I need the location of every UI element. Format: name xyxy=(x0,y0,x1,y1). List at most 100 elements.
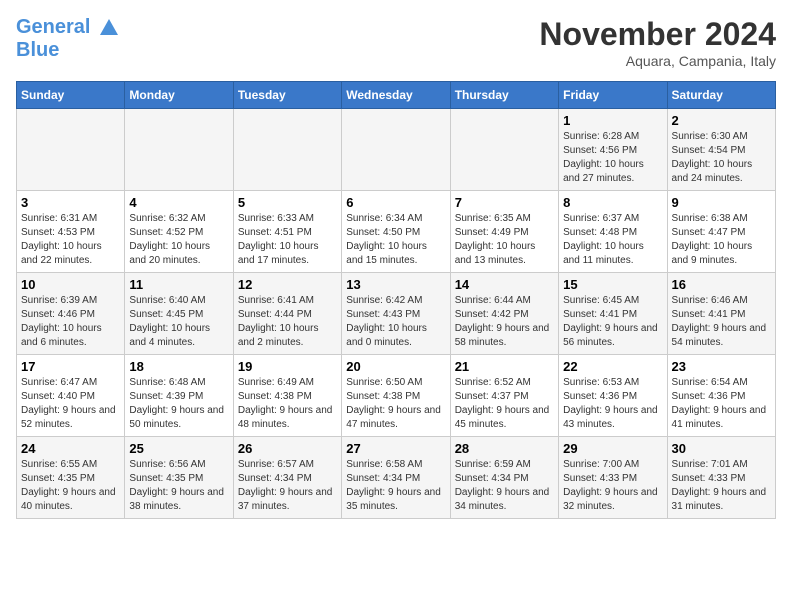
calendar-day-cell: 17 Sunrise: 6:47 AM Sunset: 4:40 PM Dayli… xyxy=(17,355,125,437)
day-number: 29 xyxy=(563,441,662,456)
calendar-week-row: 10 Sunrise: 6:39 AM Sunset: 4:46 PM Dayli… xyxy=(17,273,776,355)
day-number: 26 xyxy=(238,441,337,456)
calendar-day-cell: 30 Sunrise: 7:01 AM Sunset: 4:33 PM Dayli… xyxy=(667,437,775,519)
day-info: Sunrise: 6:33 AM Sunset: 4:51 PM Dayligh… xyxy=(238,212,337,268)
day-info: Sunrise: 6:28 AM Sunset: 4:56 PM Dayligh… xyxy=(563,130,662,186)
day-number: 11 xyxy=(129,277,228,292)
calendar-day-cell: 6Sunrise: 6:34 AM Sunset: 4:50 PM Daylig… xyxy=(342,191,450,273)
day-info: Sunrise: 6:41 AM Sunset: 4:44 PM Dayligh… xyxy=(238,294,337,350)
calendar-day-cell: 7Sunrise: 6:35 AM Sunset: 4:49 PM Daylig… xyxy=(450,191,558,273)
day-info: Sunrise: 6:32 AM Sunset: 4:52 PM Dayligh… xyxy=(129,212,228,268)
day-number: 15 xyxy=(563,277,662,292)
day-number: 12 xyxy=(238,277,337,292)
logo: General Blue xyxy=(16,16,120,61)
weekday-header-cell: Tuesday xyxy=(233,82,341,109)
weekday-header-cell: Wednesday xyxy=(342,82,450,109)
calendar-day-cell: 1Sunrise: 6:28 AM Sunset: 4:56 PM Daylig… xyxy=(559,109,667,191)
day-number: 24 xyxy=(21,441,120,456)
day-number: 18 xyxy=(129,359,228,374)
logo-blue: Blue xyxy=(16,39,120,61)
calendar-day-cell: 9 Sunrise: 6:38 AM Sunset: 4:47 PM Daylig… xyxy=(667,191,775,273)
day-info: Sunrise: 6:52 AM Sunset: 4:37 PM Dayligh… xyxy=(455,376,554,432)
calendar-day-cell: 24 Sunrise: 6:55 AM Sunset: 4:35 PM Dayli… xyxy=(17,437,125,519)
weekday-header-cell: Friday xyxy=(559,82,667,109)
day-number: 6 xyxy=(346,195,445,210)
day-info: Sunrise: 6:57 AM Sunset: 4:34 PM Dayligh… xyxy=(238,458,337,514)
day-info: Sunrise: 6:40 AM Sunset: 4:45 PM Dayligh… xyxy=(129,294,228,350)
weekday-header-row: SundayMondayTuesdayWednesdayThursdayFrid… xyxy=(17,82,776,109)
calendar-day-cell: 21 Sunrise: 6:52 AM Sunset: 4:37 PM Dayli… xyxy=(450,355,558,437)
day-info: Sunrise: 6:53 AM Sunset: 4:36 PM Dayligh… xyxy=(563,376,662,432)
calendar-day-cell: 18 Sunrise: 6:48 AM Sunset: 4:39 PM Dayli… xyxy=(125,355,233,437)
day-number: 13 xyxy=(346,277,445,292)
weekday-header-cell: Sunday xyxy=(17,82,125,109)
weekday-header-cell: Thursday xyxy=(450,82,558,109)
day-number: 5 xyxy=(238,195,337,210)
calendar-day-cell xyxy=(17,109,125,191)
logo-general: General xyxy=(16,16,90,38)
weekday-header-cell: Monday xyxy=(125,82,233,109)
day-number: 2 xyxy=(672,113,771,128)
day-number: 23 xyxy=(672,359,771,374)
day-info: Sunrise: 6:44 AM Sunset: 4:42 PM Dayligh… xyxy=(455,294,554,350)
day-info: Sunrise: 6:54 AM Sunset: 4:36 PM Dayligh… xyxy=(672,376,771,432)
location-subtitle: Aquara, Campania, Italy xyxy=(539,53,776,69)
day-number: 20 xyxy=(346,359,445,374)
calendar-day-cell: 11 Sunrise: 6:40 AM Sunset: 4:45 PM Dayli… xyxy=(125,273,233,355)
calendar-day-cell: 4 Sunrise: 6:32 AM Sunset: 4:52 PM Daylig… xyxy=(125,191,233,273)
calendar-day-cell: 20 Sunrise: 6:50 AM Sunset: 4:38 PM Dayli… xyxy=(342,355,450,437)
day-info: Sunrise: 6:56 AM Sunset: 4:35 PM Dayligh… xyxy=(129,458,228,514)
calendar-day-cell: 2 Sunrise: 6:30 AM Sunset: 4:54 PM Daylig… xyxy=(667,109,775,191)
calendar-day-cell: 29 Sunrise: 7:00 AM Sunset: 4:33 PM Dayli… xyxy=(559,437,667,519)
day-info: Sunrise: 6:49 AM Sunset: 4:38 PM Dayligh… xyxy=(238,376,337,432)
day-number: 10 xyxy=(21,277,120,292)
day-number: 8 xyxy=(563,195,662,210)
calendar-week-row: 1Sunrise: 6:28 AM Sunset: 4:56 PM Daylig… xyxy=(17,109,776,191)
day-number: 9 xyxy=(672,195,771,210)
day-number: 3 xyxy=(21,195,120,210)
day-info: Sunrise: 7:00 AM Sunset: 4:33 PM Dayligh… xyxy=(563,458,662,514)
day-info: Sunrise: 6:42 AM Sunset: 4:43 PM Dayligh… xyxy=(346,294,445,350)
day-number: 21 xyxy=(455,359,554,374)
page-header: General Blue November 2024 Aquara, Campa… xyxy=(16,16,776,69)
day-number: 17 xyxy=(21,359,120,374)
day-info: Sunrise: 6:45 AM Sunset: 4:41 PM Dayligh… xyxy=(563,294,662,350)
calendar-week-row: 17 Sunrise: 6:47 AM Sunset: 4:40 PM Dayli… xyxy=(17,355,776,437)
day-info: Sunrise: 6:31 AM Sunset: 4:53 PM Dayligh… xyxy=(21,212,120,268)
calendar-week-row: 3 Sunrise: 6:31 AM Sunset: 4:53 PM Daylig… xyxy=(17,191,776,273)
month-title: November 2024 xyxy=(539,16,776,53)
day-info: Sunrise: 6:35 AM Sunset: 4:49 PM Dayligh… xyxy=(455,212,554,268)
day-number: 28 xyxy=(455,441,554,456)
calendar-day-cell: 19 Sunrise: 6:49 AM Sunset: 4:38 PM Dayli… xyxy=(233,355,341,437)
day-info: Sunrise: 6:50 AM Sunset: 4:38 PM Dayligh… xyxy=(346,376,445,432)
calendar-day-cell: 15 Sunrise: 6:45 AM Sunset: 4:41 PM Dayli… xyxy=(559,273,667,355)
day-info: Sunrise: 6:47 AM Sunset: 4:40 PM Dayligh… xyxy=(21,376,120,432)
calendar-day-cell: 13 Sunrise: 6:42 AM Sunset: 4:43 PM Dayli… xyxy=(342,273,450,355)
calendar-day-cell: 28 Sunrise: 6:59 AM Sunset: 4:34 PM Dayli… xyxy=(450,437,558,519)
day-number: 19 xyxy=(238,359,337,374)
calendar-day-cell: 25 Sunrise: 6:56 AM Sunset: 4:35 PM Dayli… xyxy=(125,437,233,519)
day-number: 4 xyxy=(129,195,228,210)
calendar-day-cell: 3 Sunrise: 6:31 AM Sunset: 4:53 PM Daylig… xyxy=(17,191,125,273)
calendar-day-cell: 10 Sunrise: 6:39 AM Sunset: 4:46 PM Dayli… xyxy=(17,273,125,355)
calendar-day-cell: 14Sunrise: 6:44 AM Sunset: 4:42 PM Dayli… xyxy=(450,273,558,355)
logo-icon xyxy=(98,17,120,39)
calendar-day-cell: 22Sunrise: 6:53 AM Sunset: 4:36 PM Dayli… xyxy=(559,355,667,437)
calendar-day-cell: 23 Sunrise: 6:54 AM Sunset: 4:36 PM Dayli… xyxy=(667,355,775,437)
day-info: Sunrise: 6:30 AM Sunset: 4:54 PM Dayligh… xyxy=(672,130,771,186)
calendar-day-cell: 5 Sunrise: 6:33 AM Sunset: 4:51 PM Daylig… xyxy=(233,191,341,273)
calendar-day-cell xyxy=(233,109,341,191)
day-info: Sunrise: 6:59 AM Sunset: 4:34 PM Dayligh… xyxy=(455,458,554,514)
day-info: Sunrise: 6:39 AM Sunset: 4:46 PM Dayligh… xyxy=(21,294,120,350)
day-info: Sunrise: 6:55 AM Sunset: 4:35 PM Dayligh… xyxy=(21,458,120,514)
calendar-day-cell: 27Sunrise: 6:58 AM Sunset: 4:34 PM Dayli… xyxy=(342,437,450,519)
calendar-day-cell xyxy=(125,109,233,191)
day-info: Sunrise: 7:01 AM Sunset: 4:33 PM Dayligh… xyxy=(672,458,771,514)
calendar-table: SundayMondayTuesdayWednesdayThursdayFrid… xyxy=(16,81,776,519)
day-number: 30 xyxy=(672,441,771,456)
day-info: Sunrise: 6:48 AM Sunset: 4:39 PM Dayligh… xyxy=(129,376,228,432)
day-number: 25 xyxy=(129,441,228,456)
calendar-day-cell: 8Sunrise: 6:37 AM Sunset: 4:48 PM Daylig… xyxy=(559,191,667,273)
calendar-day-cell: 16Sunrise: 6:46 AM Sunset: 4:41 PM Dayli… xyxy=(667,273,775,355)
day-info: Sunrise: 6:38 AM Sunset: 4:47 PM Dayligh… xyxy=(672,212,771,268)
